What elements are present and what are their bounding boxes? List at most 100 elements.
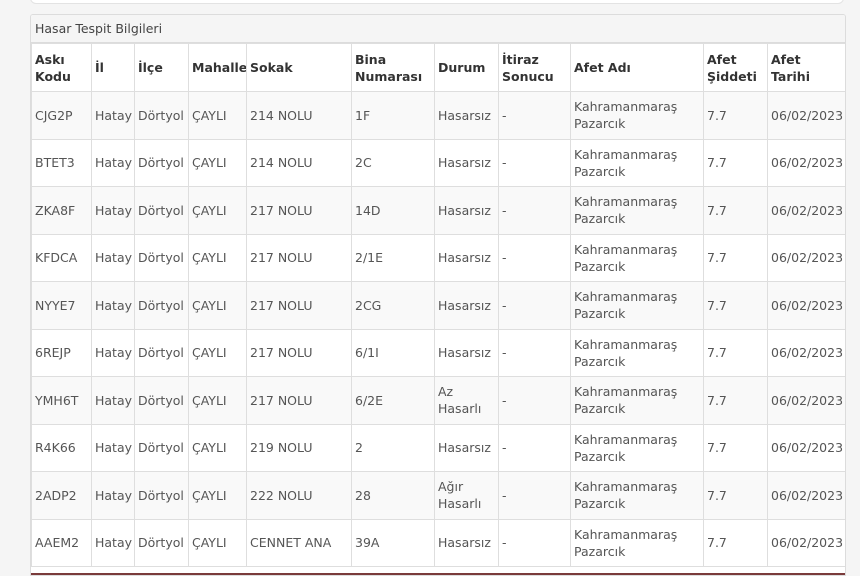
cell-mahalle: ÇAYLI [188,186,247,235]
cell-aski-kodu: ZKA8F [31,186,92,235]
cell-bina-numarasi: 14D [351,186,435,235]
cell-afet-tarihi: 06/02/2023 [767,186,845,235]
cell-bina-numarasi: 2 [351,423,435,472]
cell-itiraz-sonucu: - [498,186,571,235]
cell-durum: Az Hasarlı [434,376,499,425]
cell-il: Hatay [91,233,135,282]
cell-aski-kodu: KFDCA [31,233,92,282]
table-header-row: Askı Kodu İl İlçe Mahalle Sokak Bina Num… [31,43,845,92]
cell-afet-adi: Kahramanmaraş Pazarcık [570,328,704,377]
cell-bina-numarasi: 6/1I [351,328,435,377]
cell-afet-adi: Kahramanmaraş Pazarcık [570,233,704,282]
column-header-sokak: Sokak [246,43,352,92]
table-body: CJG2P Hatay Dörtyol ÇAYLI 214 NOLU 1F Hasarsız… [31,91,845,567]
cell-mahalle: ÇAYLI [188,91,247,140]
cell-afet-tarihi: 06/02/2023 [767,376,845,425]
cell-afet-tarihi: 06/02/2023 [767,471,845,520]
cell-afet-siddeti: 7.7 [703,471,768,520]
cell-itiraz-sonucu: - [498,376,571,425]
cell-afet-adi: Kahramanmaraş Pazarcık [570,281,704,330]
damage-assessment-table: Askı Kodu İl İlçe Mahalle Sokak Bina Num… [31,43,845,567]
cell-durum: Hasarsız [434,423,499,472]
cell-il: Hatay [91,186,135,235]
cell-mahalle: ÇAYLI [188,138,247,187]
cell-afet-adi: Kahramanmaraş Pazarcık [570,518,704,567]
cell-aski-kodu: R4K66 [31,423,92,472]
cell-afet-siddeti: 7.7 [703,91,768,140]
cell-il: Hatay [91,138,135,187]
column-header-bina-numarasi: Bina Numarası [351,43,435,92]
cell-sokak: 214 NOLU [246,138,352,187]
cell-il: Hatay [91,518,135,567]
cell-afet-tarihi: 06/02/2023 [767,518,845,567]
table-row: 6REJP Hatay Dörtyol ÇAYLI 217 NOLU 6/1I Hasars… [31,328,845,377]
cell-afet-siddeti: 7.7 [703,518,768,567]
cell-mahalle: ÇAYLI [188,281,247,330]
cell-sokak: 217 NOLU [246,233,352,282]
table-row: CJG2P Hatay Dörtyol ÇAYLI 214 NOLU 1F Hasarsız… [31,91,845,140]
cell-durum: Hasarsız [434,518,499,567]
cell-bina-numarasi: 6/2E [351,376,435,425]
column-header-afet-adi: Afet Adı [570,43,704,92]
cell-il: Hatay [91,471,135,520]
cell-bina-numarasi: 2CG [351,281,435,330]
column-header-afet-tarihi: Afet Tarihi [767,43,845,92]
cell-afet-adi: Kahramanmaraş Pazarcık [570,376,704,425]
cell-mahalle: ÇAYLI [188,423,247,472]
cell-durum: Hasarsız [434,91,499,140]
cell-aski-kodu: CJG2P [31,91,92,140]
cell-aski-kodu: NYYE7 [31,281,92,330]
cell-durum: Hasarsız [434,281,499,330]
cell-itiraz-sonucu: - [498,471,571,520]
cell-bina-numarasi: 28 [351,471,435,520]
cell-durum: Hasarsız [434,233,499,282]
cell-durum: Hasarsız [434,138,499,187]
cell-afet-tarihi: 06/02/2023 [767,138,845,187]
table-row: ZKA8F Hatay Dörtyol ÇAYLI 217 NOLU 14D Hasarsı… [31,186,845,235]
cell-bina-numarasi: 39A [351,518,435,567]
cell-afet-tarihi: 06/02/2023 [767,281,845,330]
cell-mahalle: ÇAYLI [188,376,247,425]
cell-itiraz-sonucu: - [498,281,571,330]
cell-aski-kodu: 2ADP2 [31,471,92,520]
cell-ilce: Dörtyol [134,138,189,187]
cell-itiraz-sonucu: - [498,138,571,187]
table-row: NYYE7 Hatay Dörtyol ÇAYLI 217 NOLU 2CG Hasarsı… [31,281,845,330]
cell-itiraz-sonucu: - [498,233,571,282]
cell-ilce: Dörtyol [134,281,189,330]
cell-afet-siddeti: 7.7 [703,281,768,330]
cell-sokak: 222 NOLU [246,471,352,520]
cell-ilce: Dörtyol [134,186,189,235]
cell-afet-siddeti: 7.7 [703,376,768,425]
cell-sokak: 219 NOLU [246,423,352,472]
column-header-ilce: İlçe [134,43,189,92]
cell-sokak: 217 NOLU [246,281,352,330]
cell-sokak: CENNET ANA [246,518,352,567]
cell-ilce: Dörtyol [134,376,189,425]
cell-sokak: 214 NOLU [246,91,352,140]
cell-afet-siddeti: 7.7 [703,423,768,472]
panel-title: Hasar Tespit Bilgileri [31,15,845,43]
cell-mahalle: ÇAYLI [188,328,247,377]
cell-ilce: Dörtyol [134,423,189,472]
cell-aski-kodu: BTET3 [31,138,92,187]
cell-sokak: 217 NOLU [246,376,352,425]
cell-aski-kodu: AAEM2 [31,518,92,567]
cell-afet-tarihi: 06/02/2023 [767,423,845,472]
column-header-mahalle: Mahalle [188,43,247,92]
cell-ilce: Dörtyol [134,233,189,282]
cell-ilce: Dörtyol [134,91,189,140]
cell-durum: Hasarsız [434,328,499,377]
cell-ilce: Dörtyol [134,518,189,567]
cell-afet-adi: Kahramanmaraş Pazarcık [570,138,704,187]
cell-afet-siddeti: 7.7 [703,328,768,377]
cell-afet-adi: Kahramanmaraş Pazarcık [570,186,704,235]
cell-afet-siddeti: 7.7 [703,138,768,187]
cell-afet-siddeti: 7.7 [703,186,768,235]
column-header-itiraz-sonucu: İtiraz Sonucu [498,43,571,92]
cell-ilce: Dörtyol [134,471,189,520]
cell-durum: Hasarsız [434,186,499,235]
cell-mahalle: ÇAYLI [188,471,247,520]
previous-panel [30,0,844,4]
bottom-border [31,573,845,575]
